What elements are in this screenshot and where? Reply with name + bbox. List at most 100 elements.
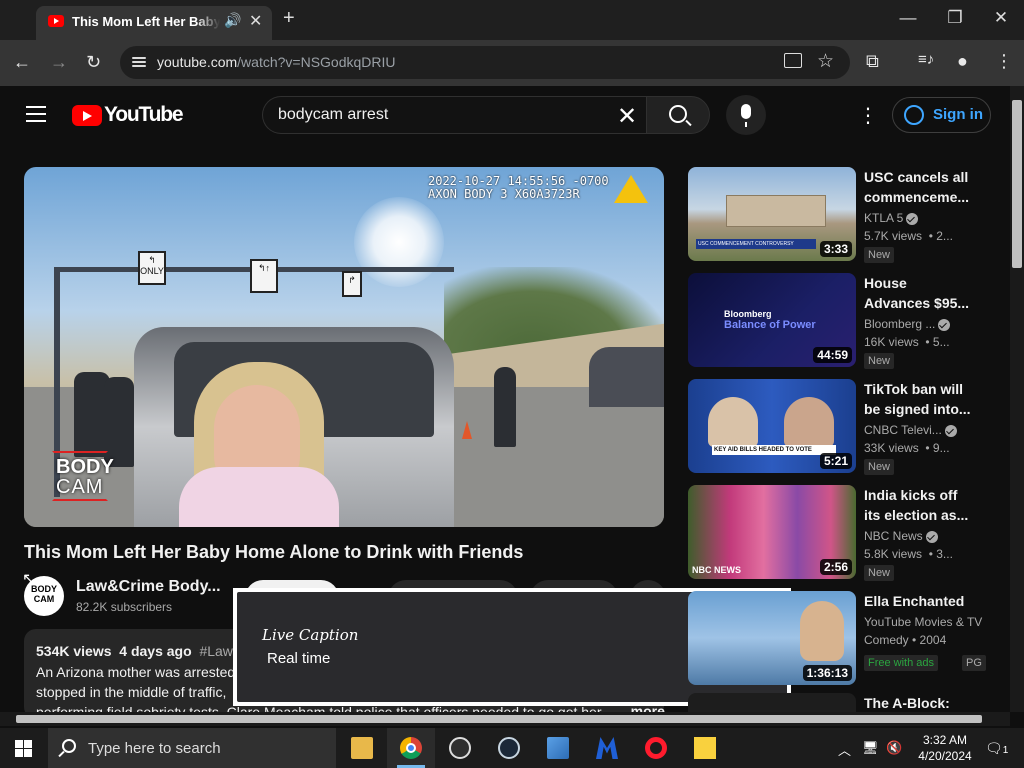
steam-app[interactable] [485, 728, 533, 768]
close-tab-icon[interactable]: ✕ [249, 11, 262, 31]
forward-icon[interactable]: → [50, 52, 68, 73]
live-caption-text: Real time [267, 650, 331, 667]
recommended-video-title[interactable]: TikTok ban will be signed into... [864, 379, 976, 419]
url-path: /watch?v=NSGodkqDRIU [237, 54, 396, 70]
recommended-video-title[interactable]: USC cancels all commenceme... [864, 167, 976, 207]
url-text[interactable]: youtube.com/watch?v=NSGodkqDRIU [157, 54, 396, 70]
recommended-video[interactable]: USC COMMENCEMENT CONTROVERSY 3:33 USC ca… [688, 167, 998, 263]
search-input[interactable]: bodycam arrest ✕ [262, 96, 648, 134]
channel-name[interactable]: Law&Crime Body... [76, 578, 221, 596]
speaker-icon[interactable]: 🔊 [224, 12, 241, 29]
recommended-channel[interactable]: CNBC Televi... [864, 423, 984, 437]
obs-app[interactable] [436, 728, 484, 768]
video-thumbnail[interactable]: 1:36:13 [688, 591, 856, 685]
bodycam-timestamp: 2022-10-27 14:55:56 -0700 AXON BODY 3 X6… [428, 174, 609, 201]
recommended-video[interactable]: NBC NEWS 2:56 India kicks off its electi… [688, 485, 998, 581]
taskbar-clock[interactable]: 3:32 AM 4/20/2024 [910, 732, 980, 764]
media-control-icon[interactable]: ≡♪ [918, 51, 934, 68]
video-thumbnail[interactable]: KEY AID BILLS HEADED TO VOTE 5:21 [688, 379, 856, 473]
volume-muted-icon[interactable]: 🔇 [886, 740, 902, 756]
youtube-logo-icon[interactable] [72, 105, 102, 126]
voice-search-button[interactable] [726, 95, 766, 135]
clear-search-icon[interactable]: ✕ [617, 102, 637, 131]
browser-menu-icon[interactable]: ⋮ [995, 51, 1013, 72]
opera-app[interactable] [632, 728, 680, 768]
browser-tab-active[interactable]: This Mom Left Her Baby Home Alone to Dri… [36, 6, 272, 40]
profile-icon[interactable]: ● [957, 51, 968, 72]
recommended-channel[interactable]: NBC News [864, 529, 984, 543]
vertical-scroll-thumb[interactable] [1012, 100, 1022, 268]
video-duration: 3:33 [819, 241, 852, 257]
free-with-ads-badge: Free with ads [864, 655, 939, 671]
recommended-video[interactable]: Bloomberg Balance of Power 44:59 House A… [688, 273, 998, 369]
back-icon[interactable]: ← [13, 52, 31, 73]
install-app-icon[interactable] [784, 53, 802, 68]
paint-app[interactable] [534, 728, 582, 768]
browser-tab-strip: This Mom Left Her Baby Home Alone to Dri… [0, 0, 1024, 40]
network-icon[interactable]: 🖥 [862, 740, 879, 756]
recommended-views: 5.7K views • 2... [864, 229, 953, 243]
horizontal-scrollbar[interactable] [0, 712, 1010, 726]
recommended-channel[interactable]: Bloomberg ... [864, 317, 984, 331]
video-thumbnail[interactable]: Bloomberg Balance of Power 44:59 [688, 273, 856, 367]
sign-in-button[interactable]: Sign in [892, 97, 991, 133]
video-thumbnail[interactable]: USC COMMENCEMENT CONTROVERSY 3:33 [688, 167, 856, 261]
search-button[interactable] [646, 96, 710, 134]
youtube-logo-text[interactable]: YouTube [104, 103, 184, 127]
new-badge: New [864, 565, 895, 581]
bodycam-watermark: BODY CAM [52, 451, 116, 507]
recommended-video[interactable]: 1:36:13 Ella Enchanted YouTube Movies & … [688, 591, 998, 685]
clock-time: 3:32 AM [922, 733, 968, 747]
recommended-video-title[interactable]: India kicks off its election as... [864, 485, 976, 525]
restore-window-icon[interactable]: ❐ [940, 8, 970, 28]
channel-avatar[interactable]: BODY CAM [24, 576, 64, 616]
search-icon [669, 105, 687, 123]
reload-icon[interactable]: ↻ [86, 52, 101, 73]
vertical-scrollbar[interactable] [1010, 86, 1024, 712]
officer-figure [494, 367, 516, 447]
recommended-channel[interactable]: YouTube Movies & TV [864, 615, 994, 629]
windows-start-icon[interactable] [15, 740, 32, 757]
chrome-app[interactable] [387, 728, 435, 768]
thumbnail-logo: NBC NEWS [692, 565, 741, 575]
search-query-text[interactable]: bodycam arrest [278, 106, 388, 124]
recommended-channel[interactable]: KTLA 5 [864, 211, 984, 225]
clock-date: 4/20/2024 [918, 749, 972, 763]
new-tab-icon[interactable]: + [283, 7, 295, 30]
minimize-window-icon[interactable]: — [893, 8, 923, 28]
thumbnail-show-name: Balance of Power [724, 319, 816, 331]
video-player[interactable]: ↰ ONLY ↰↑ ↱ 2022-10-27 14:55:56 -0700 AXO… [24, 167, 664, 527]
malwarebytes-app[interactable] [583, 728, 631, 768]
horizontal-scroll-thumb[interactable] [16, 715, 982, 723]
address-bar[interactable]: youtube.com/watch?v=NSGodkqDRIU ☆ [120, 46, 850, 79]
close-window-icon[interactable]: ✕ [986, 8, 1016, 28]
windows-taskbar: Type here to search ︿ 🖥 🔇 3:32 AM 4/20/2… [0, 728, 1024, 768]
notifications-icon[interactable]: 🗨1 [985, 740, 1008, 757]
view-count: 534K views [36, 643, 112, 659]
bookmark-star-icon[interactable]: ☆ [817, 50, 834, 73]
video-duration: 44:59 [813, 347, 852, 363]
sticky-notes-app[interactable] [681, 728, 729, 768]
video-thumbnail[interactable]: NBC NEWS 2:56 [688, 485, 856, 579]
site-info-icon[interactable] [130, 54, 148, 70]
show-hidden-icons-icon[interactable]: ︿ [838, 740, 851, 759]
video-title: This Mom Left Her Baby Home Alone to Dri… [24, 542, 524, 562]
search-icon [62, 739, 76, 753]
opera-icon [645, 737, 667, 759]
microphone-icon [741, 104, 751, 127]
video-frame-car [589, 347, 664, 407]
settings-more-icon[interactable]: ⋮ [858, 103, 878, 128]
paint-icon [547, 737, 569, 759]
file-explorer-app[interactable] [338, 728, 386, 768]
rating-badge: PG [962, 655, 986, 671]
extensions-icon[interactable]: ⧉ [866, 51, 879, 72]
recommended-video-title[interactable]: House Advances $95... [864, 273, 976, 313]
recommended-video[interactable]: The A-Block: [688, 693, 998, 712]
taskbar-search-box[interactable]: Type here to search [48, 728, 336, 768]
video-thumbnail[interactable] [688, 693, 856, 712]
recommended-video[interactable]: KEY AID BILLS HEADED TO VOTE 5:21 TikTok… [688, 379, 998, 475]
recommended-video-title[interactable]: The A-Block: [864, 693, 976, 712]
guide-menu-icon[interactable] [26, 106, 46, 122]
only-road-sign: ↰ ONLY [138, 251, 166, 285]
new-badge: New [864, 459, 895, 475]
